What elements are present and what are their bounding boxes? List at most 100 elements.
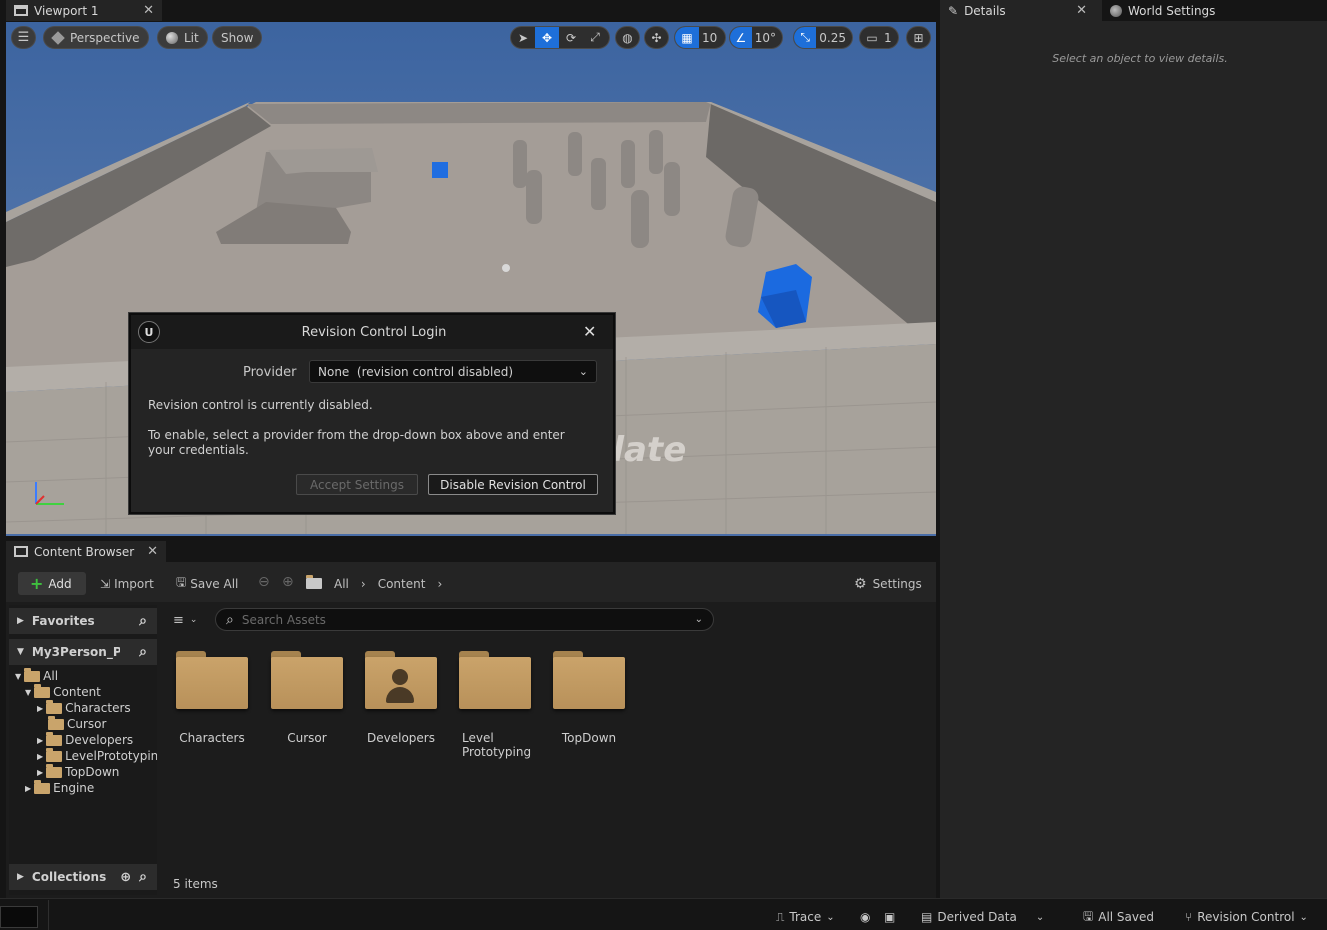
folder-icon: [46, 699, 63, 714]
derived-data-icon: ▤: [921, 910, 933, 924]
tree-label: All: [43, 669, 59, 683]
viewport-menu-button[interactable]: ☰: [11, 26, 36, 49]
tree-item-content[interactable]: ▼ Content: [25, 683, 101, 700]
settings-button[interactable]: ⚙ Settings: [854, 572, 922, 595]
search-field[interactable]: ⌕ Search Assets ⌄: [215, 608, 714, 631]
back-button[interactable]: ⊖: [258, 574, 270, 590]
asset-tile-cursor[interactable]: Cursor: [262, 645, 352, 745]
derived-data-button[interactable]: ▤ Derived Data ⌄: [921, 906, 1044, 928]
tree-item-engine[interactable]: ▶ Engine: [25, 779, 95, 796]
layout-icon: ⊞: [913, 30, 924, 45]
chevron-right-icon: ▶: [37, 751, 44, 761]
search-icon[interactable]: ⌕: [139, 644, 147, 660]
favorites-header[interactable]: ▶ Favorites ⌕: [9, 608, 157, 634]
chevron-right-icon: ▶: [37, 767, 44, 777]
camera-speed-value[interactable]: 1: [884, 31, 896, 45]
world-settings-tab-label: World Settings: [1128, 3, 1216, 18]
details-tab[interactable]: ✎ Details ✕: [940, 0, 1095, 21]
chevron-right-icon: ▶: [37, 703, 44, 713]
grid-snap-group[interactable]: ▦ 10: [674, 26, 726, 49]
snapshot-button[interactable]: ▣: [884, 906, 895, 928]
tree-item-characters[interactable]: ▶ Characters: [37, 699, 131, 716]
add-collection-icon[interactable]: ⊕: [120, 870, 131, 885]
chevron-down-icon[interactable]: ⌄: [695, 614, 703, 625]
asset-label: Developers: [367, 731, 435, 745]
forward-button[interactable]: ⊕: [282, 574, 294, 590]
folder-icon: [176, 651, 248, 709]
chevron-right-icon: ›: [360, 576, 366, 591]
asset-tile-topdown[interactable]: TopDown: [544, 645, 634, 745]
tree-item-cursor[interactable]: Cursor: [48, 715, 106, 732]
show-button[interactable]: Show: [212, 26, 263, 49]
asset-tile-characters[interactable]: Characters: [167, 645, 257, 745]
lit-button[interactable]: Lit: [157, 26, 208, 49]
chevron-right-icon[interactable]: ›: [437, 577, 442, 591]
scale-snap-value[interactable]: 0.25: [816, 31, 852, 45]
select-tool-button[interactable]: ➤: [511, 27, 535, 48]
camera-speed-group[interactable]: ▭ 1: [859, 26, 899, 49]
close-icon[interactable]: ✕: [147, 544, 158, 559]
breadcrumb-content[interactable]: Content: [378, 577, 426, 591]
filter-button[interactable]: ≡ ⌄: [173, 610, 197, 630]
perspective-button[interactable]: Perspective: [43, 26, 149, 49]
content-browser-icon: [14, 546, 28, 557]
asset-tile-levelprototyping[interactable]: Level Prototyping: [450, 645, 540, 759]
import-label: Import: [114, 576, 154, 591]
details-empty-message: Select an object to view details.: [1052, 52, 1228, 65]
asset-tile-developers[interactable]: Developers: [356, 645, 446, 745]
trace-button[interactable]: ⎍ Trace ⌄: [776, 906, 835, 928]
rotation-snap-value[interactable]: 10°: [752, 31, 782, 45]
scale-snap-group[interactable]: ⤡ 0.25: [793, 26, 853, 49]
translate-tool-button[interactable]: ✥: [535, 27, 559, 48]
lit-label: Lit: [184, 30, 199, 45]
scale-tool-button[interactable]: ⤢: [583, 27, 607, 48]
console-input[interactable]: [0, 906, 38, 928]
snapshot-icon: ▣: [884, 910, 896, 924]
revision-control-button[interactable]: ⑂ Revision Control ⌄: [1185, 906, 1308, 928]
project-label: My3Person_P_l: [31, 645, 120, 659]
rotate-tool-button[interactable]: ⟳: [559, 27, 583, 48]
grid-snap-value[interactable]: 10: [699, 31, 723, 45]
record-button[interactable]: ◉: [860, 906, 870, 928]
tree-item-all[interactable]: ▼ All: [15, 668, 58, 684]
close-icon[interactable]: ✕: [1076, 3, 1087, 18]
close-icon[interactable]: ✕: [143, 3, 154, 18]
viewport-layout-button[interactable]: ⊞: [906, 26, 931, 49]
gear-icon: ⚙: [854, 575, 867, 592]
close-icon[interactable]: ✕: [583, 322, 596, 341]
chevron-down-icon: ⌄: [1299, 911, 1308, 923]
breadcrumb-all[interactable]: All: [334, 577, 349, 591]
import-button[interactable]: ⇲ Import: [100, 572, 154, 595]
cube-icon: [51, 30, 65, 45]
content-browser-tab[interactable]: Content Browser ✕: [6, 541, 166, 562]
tree-label: Engine: [53, 781, 95, 795]
tree-item-levelprototyping[interactable]: ▶ LevelPrototypin: [37, 747, 157, 764]
disable-revision-control-button[interactable]: Disable Revision Control: [428, 474, 598, 495]
revision-control-label: Revision Control: [1197, 910, 1295, 924]
tree-label: Developers: [65, 733, 134, 747]
search-icon[interactable]: ⌕: [139, 613, 147, 629]
project-header[interactable]: ▼ My3Person_P_l ⌕: [9, 639, 157, 665]
tree-item-developers[interactable]: ▶ Developers: [37, 731, 134, 748]
viewport-tab[interactable]: Viewport 1 ✕: [6, 0, 162, 21]
search-icon[interactable]: ⌕: [139, 869, 147, 885]
accept-settings-button[interactable]: Accept Settings: [296, 474, 418, 495]
tree-item-topdown[interactable]: ▶ TopDown: [37, 763, 120, 780]
add-button[interactable]: + Add: [18, 572, 86, 595]
derived-data-label: Derived Data: [937, 910, 1017, 924]
provider-dropdown[interactable]: None (revision control disabled) ⌄: [309, 360, 597, 383]
all-saved-button[interactable]: 🖫 All Saved: [1083, 906, 1154, 928]
scale-snap-icon: ⤡: [794, 27, 817, 48]
save-all-button[interactable]: 🖫 Save All: [176, 572, 238, 595]
world-space-button[interactable]: ◍: [615, 26, 640, 49]
rotation-snap-group[interactable]: ∠ 10°: [729, 26, 783, 49]
collections-header[interactable]: ▶ Collections ⊕ ⌕: [9, 864, 157, 890]
tree-label: TopDown: [65, 765, 120, 779]
surface-snap-button[interactable]: ✣: [644, 26, 669, 49]
cursor-icon: ➤: [517, 30, 529, 45]
world-settings-tab[interactable]: World Settings: [1102, 0, 1327, 21]
add-label: Add: [48, 576, 72, 591]
folder-icon: [48, 715, 64, 730]
developer-folder-icon: [365, 651, 437, 709]
sphere-icon: [166, 31, 178, 44]
